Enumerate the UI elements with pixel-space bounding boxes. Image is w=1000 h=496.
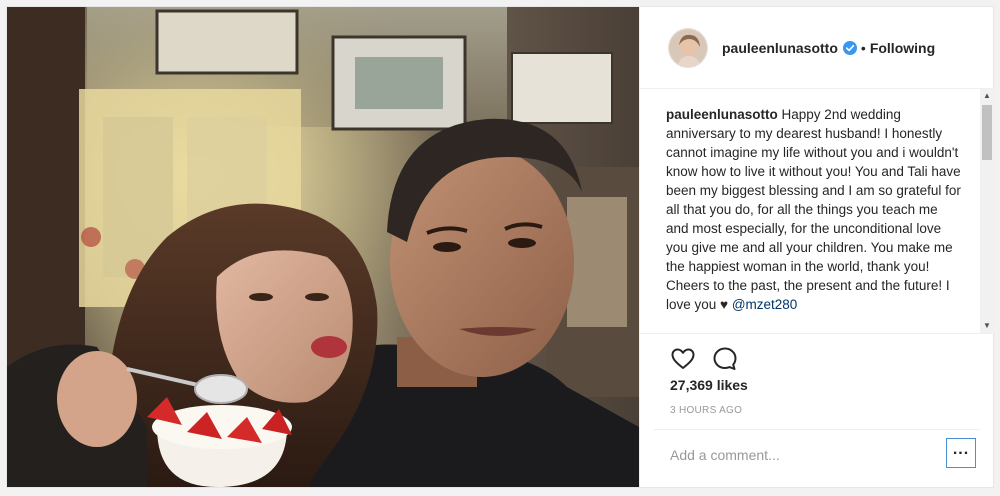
more-options-label: ... [952,441,970,458]
add-comment-input[interactable] [670,443,930,467]
caption-text: pauleenlunasotto Happy 2nd wedding anniv… [666,105,962,314]
post-header: pauleenlunasotto • Following [640,7,994,89]
avatar-image [669,28,707,67]
post-timestamp[interactable]: 3 HOURS AGO [670,405,742,416]
likes-count[interactable]: 27,369 likes [670,377,748,393]
post-username[interactable]: pauleenlunasotto [722,40,838,56]
scroll-up-arrow-icon[interactable]: ▲ [980,89,994,103]
comment-bubble-icon[interactable] [712,346,738,372]
caption-mention-link[interactable]: @mzet280 [732,297,797,312]
following-button[interactable]: Following [870,40,935,56]
caption-body: Happy 2nd wedding anniversary to my dear… [666,107,961,312]
post-photo[interactable] [7,7,639,487]
scroll-down-arrow-icon[interactable]: ▼ [980,319,994,333]
post-sidebar: pauleenlunasotto • Following pauleenluna… [639,7,994,487]
heart-icon[interactable] [670,346,696,372]
instagram-post-modal: pauleenlunasotto • Following pauleenluna… [6,6,994,488]
more-options-button[interactable]: ... [946,438,976,468]
selfie-image [7,7,639,487]
caption-scroll-area[interactable]: pauleenlunasotto Happy 2nd wedding anniv… [640,89,994,334]
action-bar [670,345,754,373]
separator-dot: • [860,39,866,56]
caption-scrollbar[interactable]: ▲ ▼ [980,89,994,333]
verified-badge-icon [842,40,857,55]
scrollbar-thumb[interactable] [982,105,992,160]
divider [654,429,980,430]
caption-username[interactable]: pauleenlunasotto [666,107,778,122]
avatar[interactable] [668,27,708,68]
